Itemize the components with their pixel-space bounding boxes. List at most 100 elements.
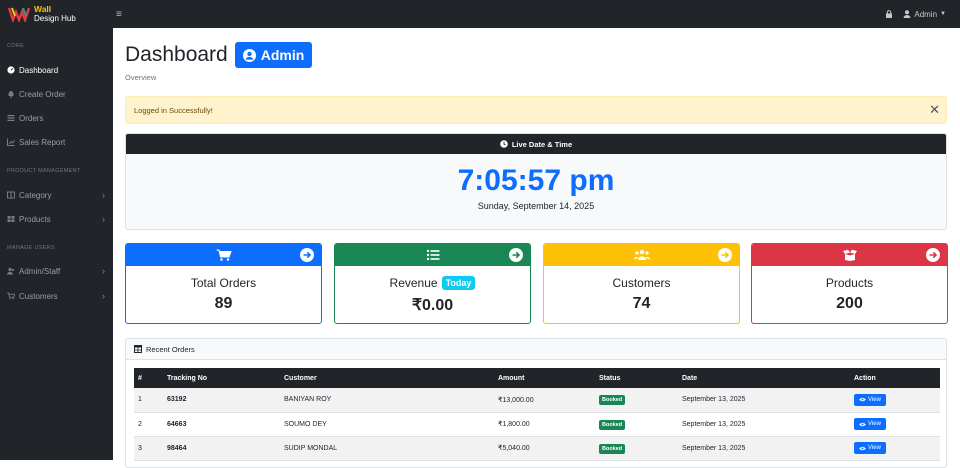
users-icon bbox=[7, 267, 15, 275]
row-number: 1 bbox=[134, 388, 163, 413]
brand[interactable]: Wall Design Hub bbox=[0, 0, 110, 28]
column-header: # bbox=[134, 368, 163, 388]
customer-name: SOUMO DEY bbox=[280, 412, 494, 437]
clock-heading: Live Date & Time bbox=[511, 139, 573, 149]
column-header: Customer bbox=[280, 368, 494, 388]
arrow-circle-right-icon[interactable] bbox=[300, 248, 314, 262]
stat-label: Customers bbox=[612, 276, 671, 290]
stat-value: 74 bbox=[632, 295, 651, 312]
chevron-right-icon: › bbox=[102, 214, 105, 224]
sidebar-item-label: Sales Report bbox=[19, 137, 66, 147]
sidebar-item-admin-staff[interactable]: Admin/Staff › bbox=[0, 262, 113, 280]
brand-line2: Design Hub bbox=[34, 14, 76, 23]
page-title: Dashboard bbox=[125, 43, 228, 66]
sidebar-item-sales-report[interactable]: Sales Report bbox=[0, 133, 113, 151]
recent-orders-header: Recent Orders bbox=[126, 339, 946, 360]
grid-icon bbox=[7, 216, 15, 222]
lock-icon[interactable] bbox=[885, 10, 893, 18]
topbar-right: Admin ▼ bbox=[885, 0, 946, 28]
table-row: 1 63192 BANIYAN ROY ₹13,000.00 Booked Se… bbox=[134, 388, 940, 413]
action-cell: View bbox=[850, 412, 940, 437]
tracking-no: 64663 bbox=[163, 412, 280, 437]
brand-text: Wall Design Hub bbox=[34, 5, 76, 24]
user-circle-icon bbox=[242, 48, 256, 62]
eye-icon bbox=[859, 422, 866, 426]
table-icon bbox=[134, 345, 142, 353]
sidebar-item-dashboard[interactable]: Dashboard bbox=[0, 61, 113, 79]
box-open-icon bbox=[842, 249, 857, 261]
stat-label: Products bbox=[825, 276, 874, 290]
sidebar-item-label: Orders bbox=[19, 113, 44, 123]
row-number: 2 bbox=[134, 412, 163, 437]
status-cell: Booked bbox=[595, 388, 678, 413]
live-time: 7:05:57 pm bbox=[457, 164, 615, 197]
customer-name: SUDIP MONDAL bbox=[280, 436, 494, 461]
close-icon[interactable]: ✕ bbox=[929, 103, 940, 116]
view-button[interactable]: View bbox=[854, 393, 886, 406]
status-cell: Booked bbox=[595, 412, 678, 437]
sidebar-heading-manage-users: MANAGE USERS bbox=[7, 245, 55, 251]
menu-toggle-icon[interactable]: ≡ bbox=[116, 9, 122, 20]
user-menu[interactable]: Admin bbox=[914, 10, 937, 19]
order-amount: ₹13,000.00 bbox=[494, 388, 595, 413]
table-header-row: # Tracking No Customer Amount Status Dat… bbox=[134, 368, 940, 388]
order-amount: ₹5,040.00 bbox=[494, 436, 595, 461]
sidebar: CORE Dashboard Create Order Orders Sales… bbox=[0, 28, 113, 460]
sidebar-item-products[interactable]: Products › bbox=[0, 210, 113, 228]
main-content: Dashboard Admin Overview Logged in Succe… bbox=[113, 28, 960, 468]
sidebar-item-label: Category bbox=[19, 190, 52, 200]
sidebar-item-label: Products bbox=[19, 214, 51, 224]
chevron-right-icon: › bbox=[102, 266, 105, 276]
gauge-icon bbox=[7, 66, 15, 74]
stat-card-header bbox=[126, 244, 321, 266]
users-icon bbox=[633, 249, 650, 260]
stat-label-row: Revenue Today bbox=[335, 276, 530, 290]
order-date: September 13, 2025 bbox=[678, 412, 850, 437]
chevron-right-icon: › bbox=[102, 190, 105, 200]
admin-badge-label: Admin bbox=[260, 47, 305, 63]
sidebar-item-create-order[interactable]: Create Order bbox=[0, 85, 113, 103]
arrow-circle-right-icon[interactable] bbox=[509, 248, 523, 262]
table-row: 2 64663 SOUMO DEY ₹1,800.00 Booked Septe… bbox=[134, 412, 940, 437]
view-button[interactable]: View bbox=[854, 442, 886, 454]
column-header: Date bbox=[678, 368, 850, 388]
customer-name: BANIYAN ROY bbox=[280, 388, 494, 413]
stat-value: 89 bbox=[214, 295, 233, 312]
arrow-circle-right-icon[interactable] bbox=[718, 248, 732, 262]
sidebar-item-customers[interactable]: Customers › bbox=[0, 287, 113, 305]
stat-card-total-orders: Total Orders 89 bbox=[125, 243, 322, 324]
view-button[interactable]: View bbox=[854, 418, 886, 430]
alert-message: Logged in Successfully! bbox=[134, 105, 213, 115]
recent-orders-heading: Recent Orders bbox=[146, 344, 195, 354]
columns-icon bbox=[7, 191, 15, 199]
clock-icon bbox=[500, 140, 508, 148]
tracking-no: 98464 bbox=[163, 436, 280, 461]
row-number: 3 bbox=[134, 436, 163, 461]
table-row: 3 98464 SUDIP MONDAL ₹5,040.00 Booked Se… bbox=[134, 436, 940, 461]
top-navbar: Wall Design Hub ≡ Admin ▼ bbox=[0, 0, 960, 28]
admin-badge: Admin bbox=[234, 42, 313, 68]
eye-icon bbox=[859, 398, 866, 402]
caret-down-icon: ▼ bbox=[940, 11, 946, 17]
status-cell: Booked bbox=[595, 436, 678, 461]
recent-orders-card: Recent Orders # Tracking No Customer Amo… bbox=[125, 338, 947, 468]
sidebar-item-label: Admin/Staff bbox=[19, 266, 61, 276]
sidebar-heading-product-management: PRODUCT MANAGEMENT bbox=[7, 168, 81, 174]
stat-value: ₹0.00 bbox=[411, 297, 454, 314]
sidebar-heading-core: CORE bbox=[7, 43, 25, 49]
sidebar-item-label: Customers bbox=[19, 291, 58, 301]
sidebar-item-category[interactable]: Category › bbox=[0, 186, 113, 204]
tracking-no: 63192 bbox=[163, 388, 280, 413]
page-header: Dashboard Admin bbox=[125, 42, 313, 68]
arrow-circle-right-icon[interactable] bbox=[926, 248, 940, 262]
column-header: Tracking No bbox=[163, 368, 280, 388]
column-header: Status bbox=[595, 368, 678, 388]
bell-icon bbox=[8, 91, 14, 98]
sidebar-item-orders[interactable]: Orders bbox=[0, 109, 113, 127]
action-cell: View bbox=[850, 388, 940, 413]
eye-icon bbox=[859, 446, 866, 450]
stat-card-customers: Customers 74 bbox=[543, 243, 740, 324]
live-date: Sunday, September 14, 2025 bbox=[477, 201, 595, 211]
logo-icon bbox=[8, 7, 30, 22]
clock-card-header: Live Date & Time bbox=[126, 134, 946, 154]
